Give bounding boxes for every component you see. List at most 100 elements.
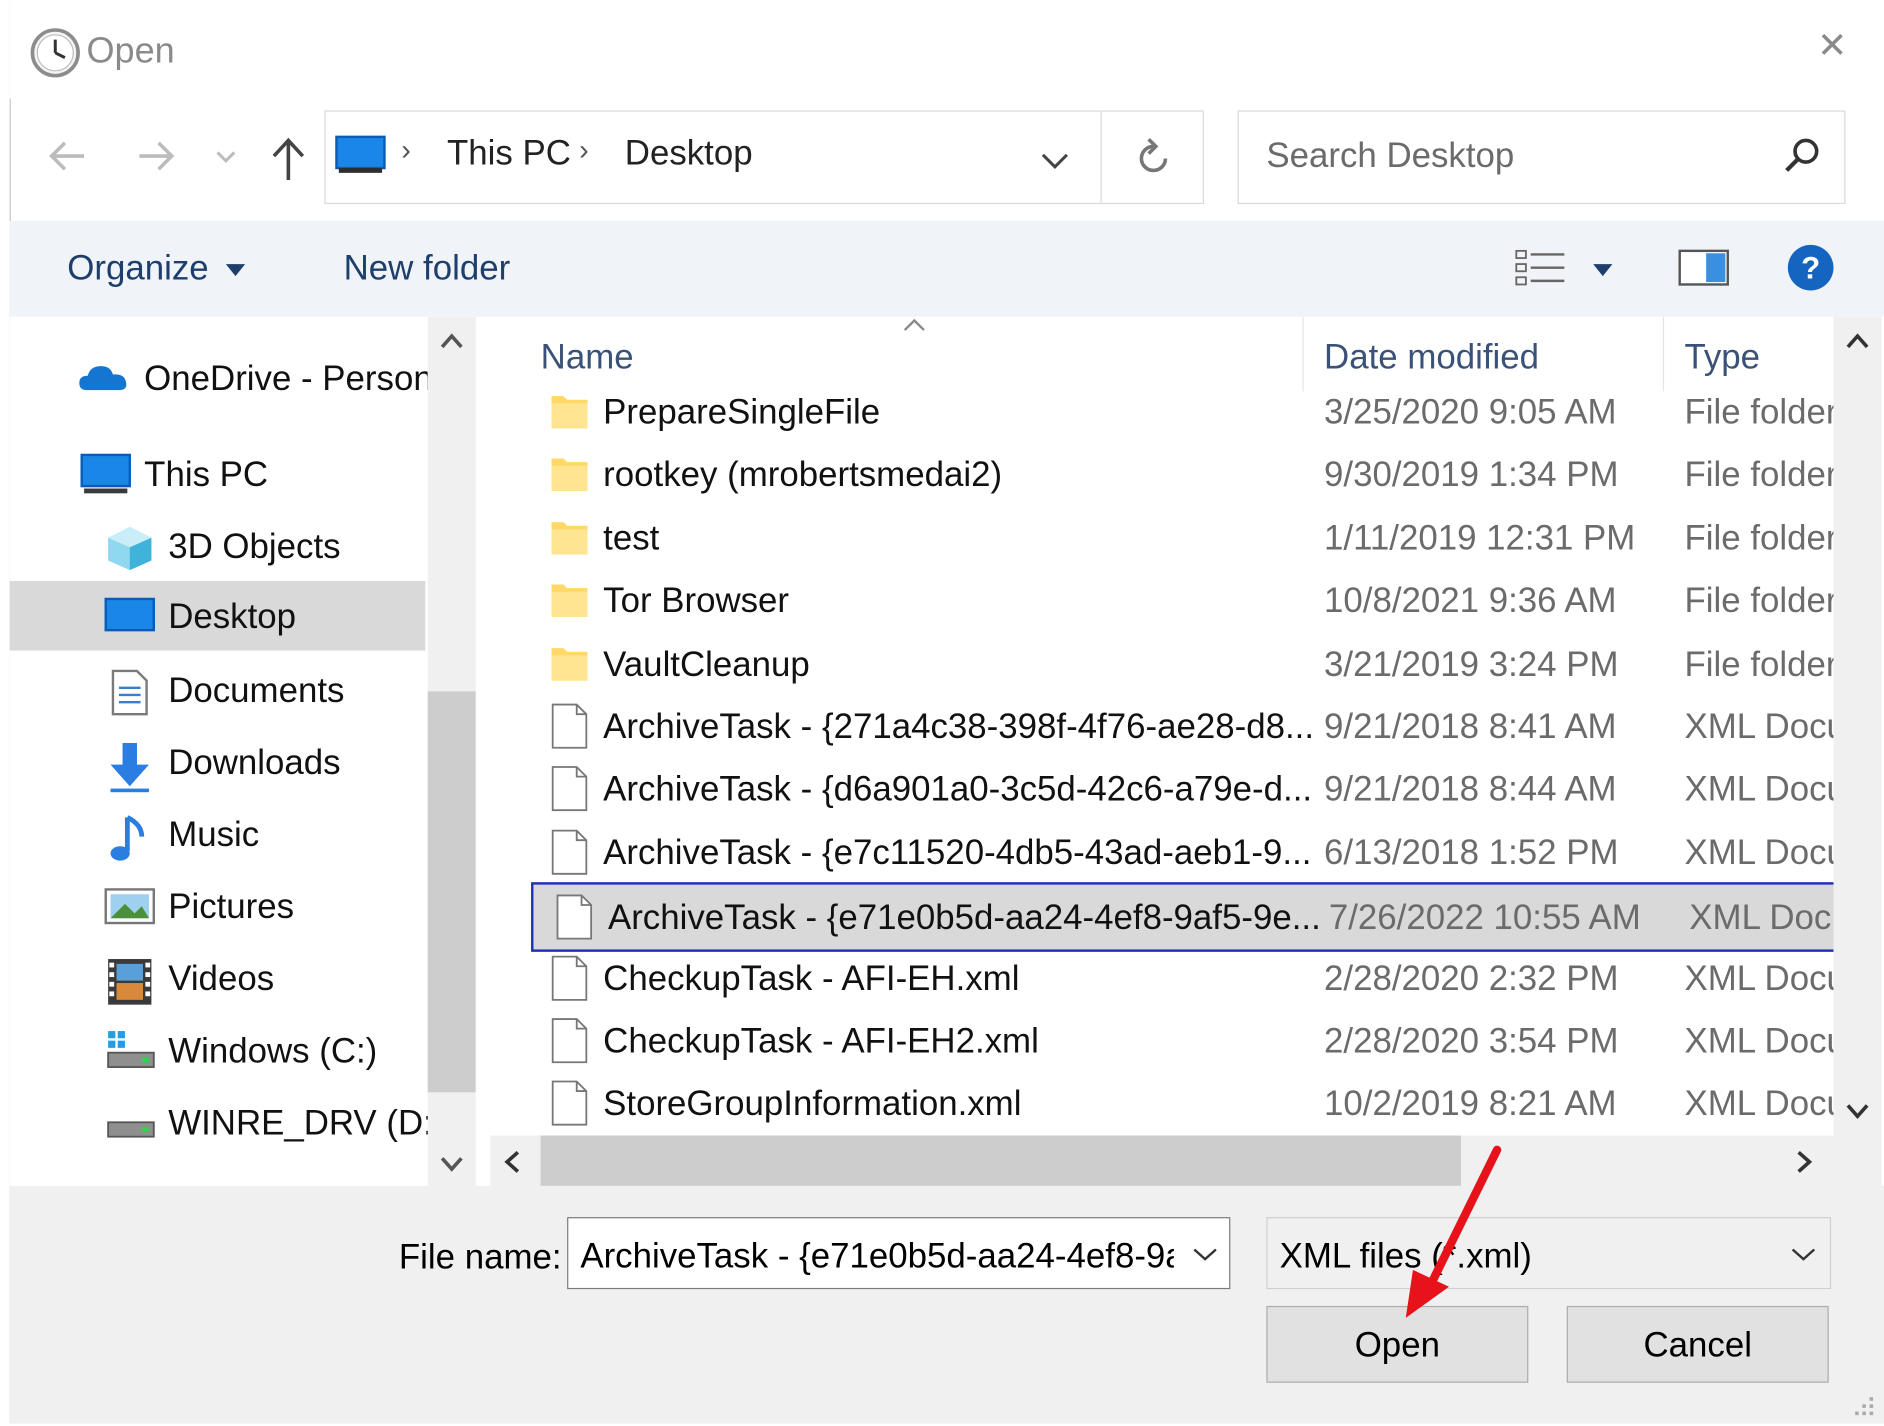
close-icon[interactable]: ✕ [1812, 26, 1853, 67]
file-row[interactable]: test 1/11/2019 12:31 PM File folder [529, 507, 1834, 569]
file-date-cell: 3/25/2020 9:05 AM [1324, 393, 1617, 433]
column-header-type[interactable]: Type [1685, 338, 1761, 378]
sidebar-item-pictures[interactable]: Pictures [10, 871, 431, 941]
column-header-date-modified[interactable]: Date modified [1324, 338, 1539, 378]
view-options-dropdown-icon[interactable] [1591, 262, 1615, 279]
forward-arrow-icon[interactable] [132, 132, 180, 180]
sidebar-item-documents[interactable]: Documents [10, 655, 431, 725]
column-divider[interactable] [1302, 316, 1304, 392]
file-name-cell: ArchiveTask - {e7c11520-4db5-43ad-aeb1-9… [603, 833, 1312, 873]
recent-locations-chevron-icon[interactable] [211, 142, 240, 171]
pane-splitter[interactable] [475, 316, 491, 1186]
sort-ascending-icon [901, 317, 927, 334]
help-icon[interactable]: ? [1785, 242, 1835, 292]
file-row[interactable]: VaultCleanup 3/21/2019 3:24 PM File folder [529, 633, 1833, 695]
file-type-cell: XML Docu [1684, 833, 1834, 873]
file-type-cell: XML Docu [1684, 1022, 1834, 1062]
scroll-right-icon[interactable] [1790, 1147, 1816, 1176]
navigation-scrollbar-thumb[interactable] [427, 691, 476, 1093]
sidebar-item-desktop[interactable]: Desktop [9, 580, 426, 651]
sidebar-item-windows-c[interactable]: Windows (C:) [10, 1015, 431, 1085]
file-row[interactable]: PrepareSingleFile 3/25/2020 9:05 AM File f… [529, 382, 1833, 444]
horizontal-scrollbar-thumb[interactable] [540, 1135, 1462, 1186]
sidebar-item-videos[interactable]: Videos [10, 943, 431, 1013]
address-history-chevron-icon[interactable] [1036, 144, 1074, 178]
breadcrumb-desktop[interactable]: Desktop [625, 134, 753, 174]
file-type-dropdown-icon[interactable] [1788, 1244, 1819, 1266]
file-scroll-down-icon[interactable] [1843, 1099, 1872, 1123]
file-name-cell: CheckupTask - AFI-EH.xml [603, 959, 1020, 999]
xml-file-icon [550, 766, 588, 812]
breadcrumb-separator-icon[interactable]: › [579, 134, 589, 168]
breadcrumb-separator-icon[interactable]: › [401, 134, 411, 168]
sidebar-item-label: 3D Objects [168, 528, 341, 567]
view-details-icon[interactable] [1514, 247, 1567, 288]
sidebar-item-music[interactable]: Music [10, 799, 431, 869]
documents-icon [106, 669, 154, 716]
scrollbar-corner [1833, 1135, 1882, 1186]
cancel-button[interactable]: Cancel [1566, 1305, 1829, 1383]
sidebar-item-label: Documents [168, 672, 345, 711]
sidebar-item-this-pc[interactable]: This PC [10, 439, 431, 509]
search-icon[interactable] [1781, 134, 1824, 177]
file-type-cell: File folder [1684, 519, 1834, 558]
organize-dropdown-icon[interactable] [223, 262, 247, 279]
column-divider[interactable] [1662, 316, 1665, 392]
file-type-cell: XML Docu [1689, 899, 1839, 938]
file-row[interactable]: rootkey (mrobertsmedai2) 9/30/2019 1:34 P… [529, 445, 1834, 507]
new-folder-button[interactable]: New folder [344, 250, 511, 290]
videos-icon [106, 957, 154, 1005]
resize-grip-icon[interactable] [1850, 1392, 1876, 1418]
file-list-scrollbar[interactable] [1833, 316, 1882, 1136]
file-row-selected[interactable]: ArchiveTask - {e71e0b5d-aa24-4ef8-9af5-9… [531, 882, 1839, 953]
file-row[interactable]: CheckupTask - AFI-EH.xml 2/28/2020 2:32 P… [529, 948, 1833, 1010]
nav-scroll-up-icon[interactable] [437, 329, 466, 353]
xml-file-icon [555, 894, 593, 940]
folder-icon [550, 452, 588, 498]
file-type-filter[interactable]: XML files (*.xml) [1266, 1217, 1832, 1290]
refresh-icon[interactable] [1129, 134, 1177, 182]
nav-scroll-down-icon[interactable] [437, 1152, 466, 1176]
pictures-icon [103, 885, 155, 928]
sidebar-item-downloads[interactable]: Downloads [10, 727, 431, 797]
folder-icon [550, 640, 588, 686]
sidebar-item-3d-objects[interactable]: 3D Objects [10, 511, 431, 581]
cancel-button-label: Cancel [1643, 1326, 1752, 1365]
file-type-cell: File folder [1684, 456, 1834, 495]
xml-file-icon [550, 1018, 588, 1064]
file-row[interactable]: CheckupTask - AFI-EH2.xml 2/28/2020 3:54 … [529, 1011, 1834, 1073]
sidebar-item-label: Videos [168, 960, 275, 999]
organize-menu[interactable]: Organize [67, 250, 208, 290]
folder-icon [550, 389, 588, 435]
file-date-cell: 9/21/2018 8:44 AM [1324, 771, 1617, 810]
xml-file-icon [550, 955, 588, 1001]
column-header-name[interactable]: Name [541, 338, 634, 378]
file-row[interactable]: ArchiveTask - {271a4c38-398f-4f76-ae28-d… [529, 696, 1834, 758]
file-date-cell: 10/8/2021 9:36 AM [1324, 582, 1617, 621]
file-date-cell: 7/26/2022 10:55 AM [1328, 899, 1641, 938]
file-row[interactable]: Tor Browser 10/8/2021 9:36 AM File folder [529, 570, 1833, 632]
preview-pane-icon[interactable] [1677, 247, 1730, 288]
sidebar-item-winre-d[interactable]: WINRE_DRV (D:) [10, 1087, 444, 1157]
back-arrow-icon[interactable] [43, 132, 91, 180]
3d-objects-icon [103, 525, 152, 571]
file-row[interactable]: ArchiveTask - {d6a901a0-3c5d-42c6-a79e-d… [529, 759, 1833, 821]
desktop-icon [103, 594, 155, 637]
file-row[interactable]: ArchiveTask - {e7c11520-4db5-43ad-aeb1-9… [529, 822, 1834, 884]
breadcrumb-this-pc[interactable]: This PC [447, 134, 571, 174]
sidebar-item-label: Music [168, 816, 260, 855]
file-type-cell: XML Docu [1684, 708, 1834, 747]
file-name-cell: ArchiveTask - {d6a901a0-3c5d-42c6-a79e-d… [603, 771, 1313, 810]
file-scroll-up-icon[interactable] [1843, 329, 1872, 353]
file-row[interactable]: StoreGroupInformation.xml 10/2/2019 8:21 … [529, 1074, 1833, 1136]
sidebar-item-onedrive[interactable]: OneDrive - Persona [10, 343, 431, 413]
onedrive-icon [77, 356, 127, 399]
scroll-left-icon[interactable] [500, 1147, 526, 1176]
file-name-cell: VaultCleanup [603, 645, 810, 684]
file-date-cell: 2/28/2020 2:32 PM [1324, 959, 1619, 999]
file-name-field[interactable]: ArchiveTask - {e71e0b5d-aa24-4ef8-9af5 [567, 1217, 1231, 1290]
search-input[interactable]: Search Desktop [1266, 137, 1514, 177]
up-arrow-icon[interactable] [264, 132, 312, 185]
file-name-cell: CheckupTask - AFI-EH2.xml [603, 1022, 1039, 1062]
file-name-dropdown-icon[interactable] [1189, 1244, 1220, 1266]
